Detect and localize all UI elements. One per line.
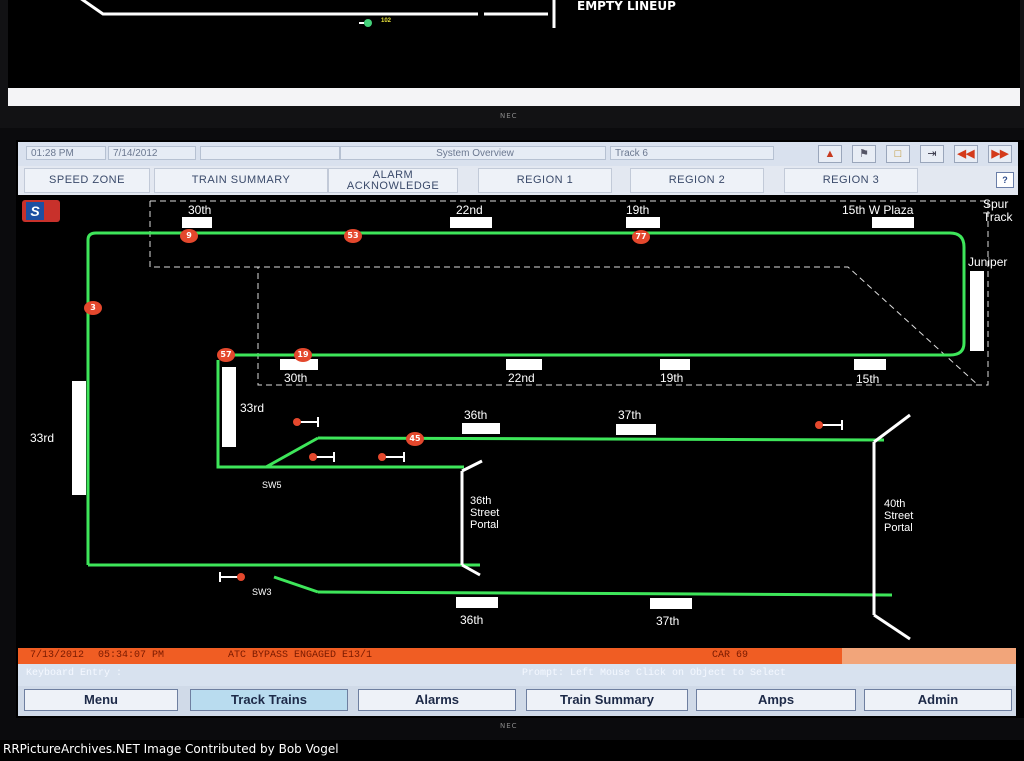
admin-button[interactable]: Admin xyxy=(864,689,1012,711)
station-label-30th-lower: 30th xyxy=(284,371,308,385)
train-marker-53[interactable]: 53 xyxy=(344,229,362,243)
photo-caption: RRPictureArchives.NET Image Contributed … xyxy=(0,740,1024,761)
top-taskbar xyxy=(8,88,1020,106)
empty-lineup-status: EMPTY LINEUP xyxy=(577,0,676,13)
station-label-33rd-inner: 33rd xyxy=(240,401,265,415)
label-spur: Spur xyxy=(983,197,1009,211)
train-icon-button[interactable]: ▲ xyxy=(818,145,842,163)
station-label-22nd-upper: 22nd xyxy=(456,203,483,217)
keyboard-entry-row: Keyboard Entry : Prompt: Left Mouse Clic… xyxy=(18,664,1016,686)
train-marker-57[interactable]: 57 xyxy=(217,348,235,362)
train-summary-button[interactable]: Train Summary xyxy=(526,689,688,711)
amps-button[interactable]: Amps xyxy=(696,689,856,711)
speed-zone-button[interactable]: SPEED ZONE xyxy=(24,168,150,193)
alarms-button[interactable]: Alarms xyxy=(358,689,516,711)
clock-time: 01:28 PM xyxy=(26,146,106,160)
title-bar: 01:28 PM 7/14/2012 System Overview Track… xyxy=(18,142,1018,166)
alarm-acknowledge-button[interactable]: ALARM ACKNOWLEDGE xyxy=(328,168,458,193)
top-screen: 102 xyxy=(8,0,1020,88)
station-label-36th-mid: 36th xyxy=(464,408,488,422)
portal-40th-line2: Street xyxy=(884,510,914,522)
station-label-33rd-left: 33rd xyxy=(30,431,55,445)
keyboard-entry-label: Keyboard Entry : xyxy=(26,668,123,679)
station-label-36th-bottom: 36th xyxy=(460,613,484,627)
region-2-button[interactable]: REGION 2 xyxy=(630,168,764,193)
alarm-message: ATC BYPASS ENGAGED E13/1 xyxy=(228,650,373,661)
label-track: Track xyxy=(983,210,1013,224)
portal-36th-line2: Street xyxy=(470,507,500,519)
switch-label-sw3: SW3 xyxy=(252,587,272,597)
train-marker-9[interactable]: 9 xyxy=(180,229,198,243)
track-trains-button[interactable]: Track Trains xyxy=(190,689,348,711)
alarm-car: CAR 69 xyxy=(712,650,749,661)
switch-label-sw5: SW5 xyxy=(262,480,282,490)
region-1-button[interactable]: REGION 1 xyxy=(478,168,612,193)
track-field: Track 6 xyxy=(610,146,774,160)
region-3-button[interactable]: REGION 3 xyxy=(784,168,918,193)
main-monitor-brand: NEC xyxy=(500,722,518,730)
alarm-banner[interactable]: 7/13/2012 05:34:07 PM ATC BYPASS ENGAGED… xyxy=(18,648,842,664)
septa-logo: S xyxy=(22,200,60,222)
alarm-date: 7/13/2012 xyxy=(30,650,85,661)
station-label-15th-lower: 15th xyxy=(856,372,880,386)
folder-icon-button[interactable]: □ xyxy=(886,145,910,163)
portal-40th-line1: 40th xyxy=(884,498,906,510)
rewind-icon-button[interactable]: ◀◀ xyxy=(954,145,978,163)
help-icon-button[interactable]: ? xyxy=(996,172,1014,188)
top-small-badge: 102 xyxy=(381,18,392,24)
prompt-text: Prompt: Left Mouse Click on Object to Se… xyxy=(522,668,787,679)
station-label-37th-mid: 37th xyxy=(618,408,642,422)
top-track-diagram xyxy=(80,0,556,28)
top-monitor-brand: NEC xyxy=(500,112,518,120)
region-nav-bar: SPEED ZONE TRAIN SUMMARY ALARM ACKNOWLED… xyxy=(18,166,1018,195)
train-marker-19[interactable]: 19 xyxy=(294,348,312,362)
alarm-time: 05:34:07 PM xyxy=(98,650,165,661)
station-label-juniper: Juniper xyxy=(968,255,1008,269)
station-label-19th-upper: 19th xyxy=(626,203,650,217)
station-label-15th-plaza: 15th W Plaza xyxy=(842,203,914,217)
exit-icon-button[interactable]: ⇥ xyxy=(920,145,944,163)
track-diagram: S 30th 22nd 19th 15th W Plaza Spur Track… xyxy=(18,195,1018,645)
portal-40th-line3: Portal xyxy=(884,522,913,534)
portal-36th-line1: 36th xyxy=(470,495,492,507)
menu-button[interactable]: Menu xyxy=(24,689,178,711)
track-lines xyxy=(72,200,989,641)
fast-forward-icon-button[interactable]: ▶▶ xyxy=(988,145,1012,163)
alarm-banner-end xyxy=(842,648,1016,664)
train-marker-77[interactable]: 77 xyxy=(632,230,650,244)
portal-36th-line3: Portal xyxy=(470,519,499,531)
current-date: 7/14/2012 xyxy=(108,146,196,160)
station-label-30th-upper: 30th xyxy=(188,203,212,217)
station-label-22nd-lower: 22nd xyxy=(508,371,535,385)
flag-icon-button[interactable]: ⚑ xyxy=(852,145,876,163)
bottom-button-bar: Menu Track Trains Alarms Train Summary A… xyxy=(18,686,1016,716)
train-marker-3[interactable]: 3 xyxy=(84,301,102,315)
station-label-37th-bottom: 37th xyxy=(656,614,680,628)
title-blank-field xyxy=(200,146,340,160)
station-label-19th-lower: 19th xyxy=(660,371,684,385)
train-marker-45[interactable]: 45 xyxy=(406,432,424,446)
logo-mark: S xyxy=(26,202,44,220)
view-title: System Overview xyxy=(340,146,606,160)
train-summary-nav-button[interactable]: TRAIN SUMMARY xyxy=(154,168,328,193)
